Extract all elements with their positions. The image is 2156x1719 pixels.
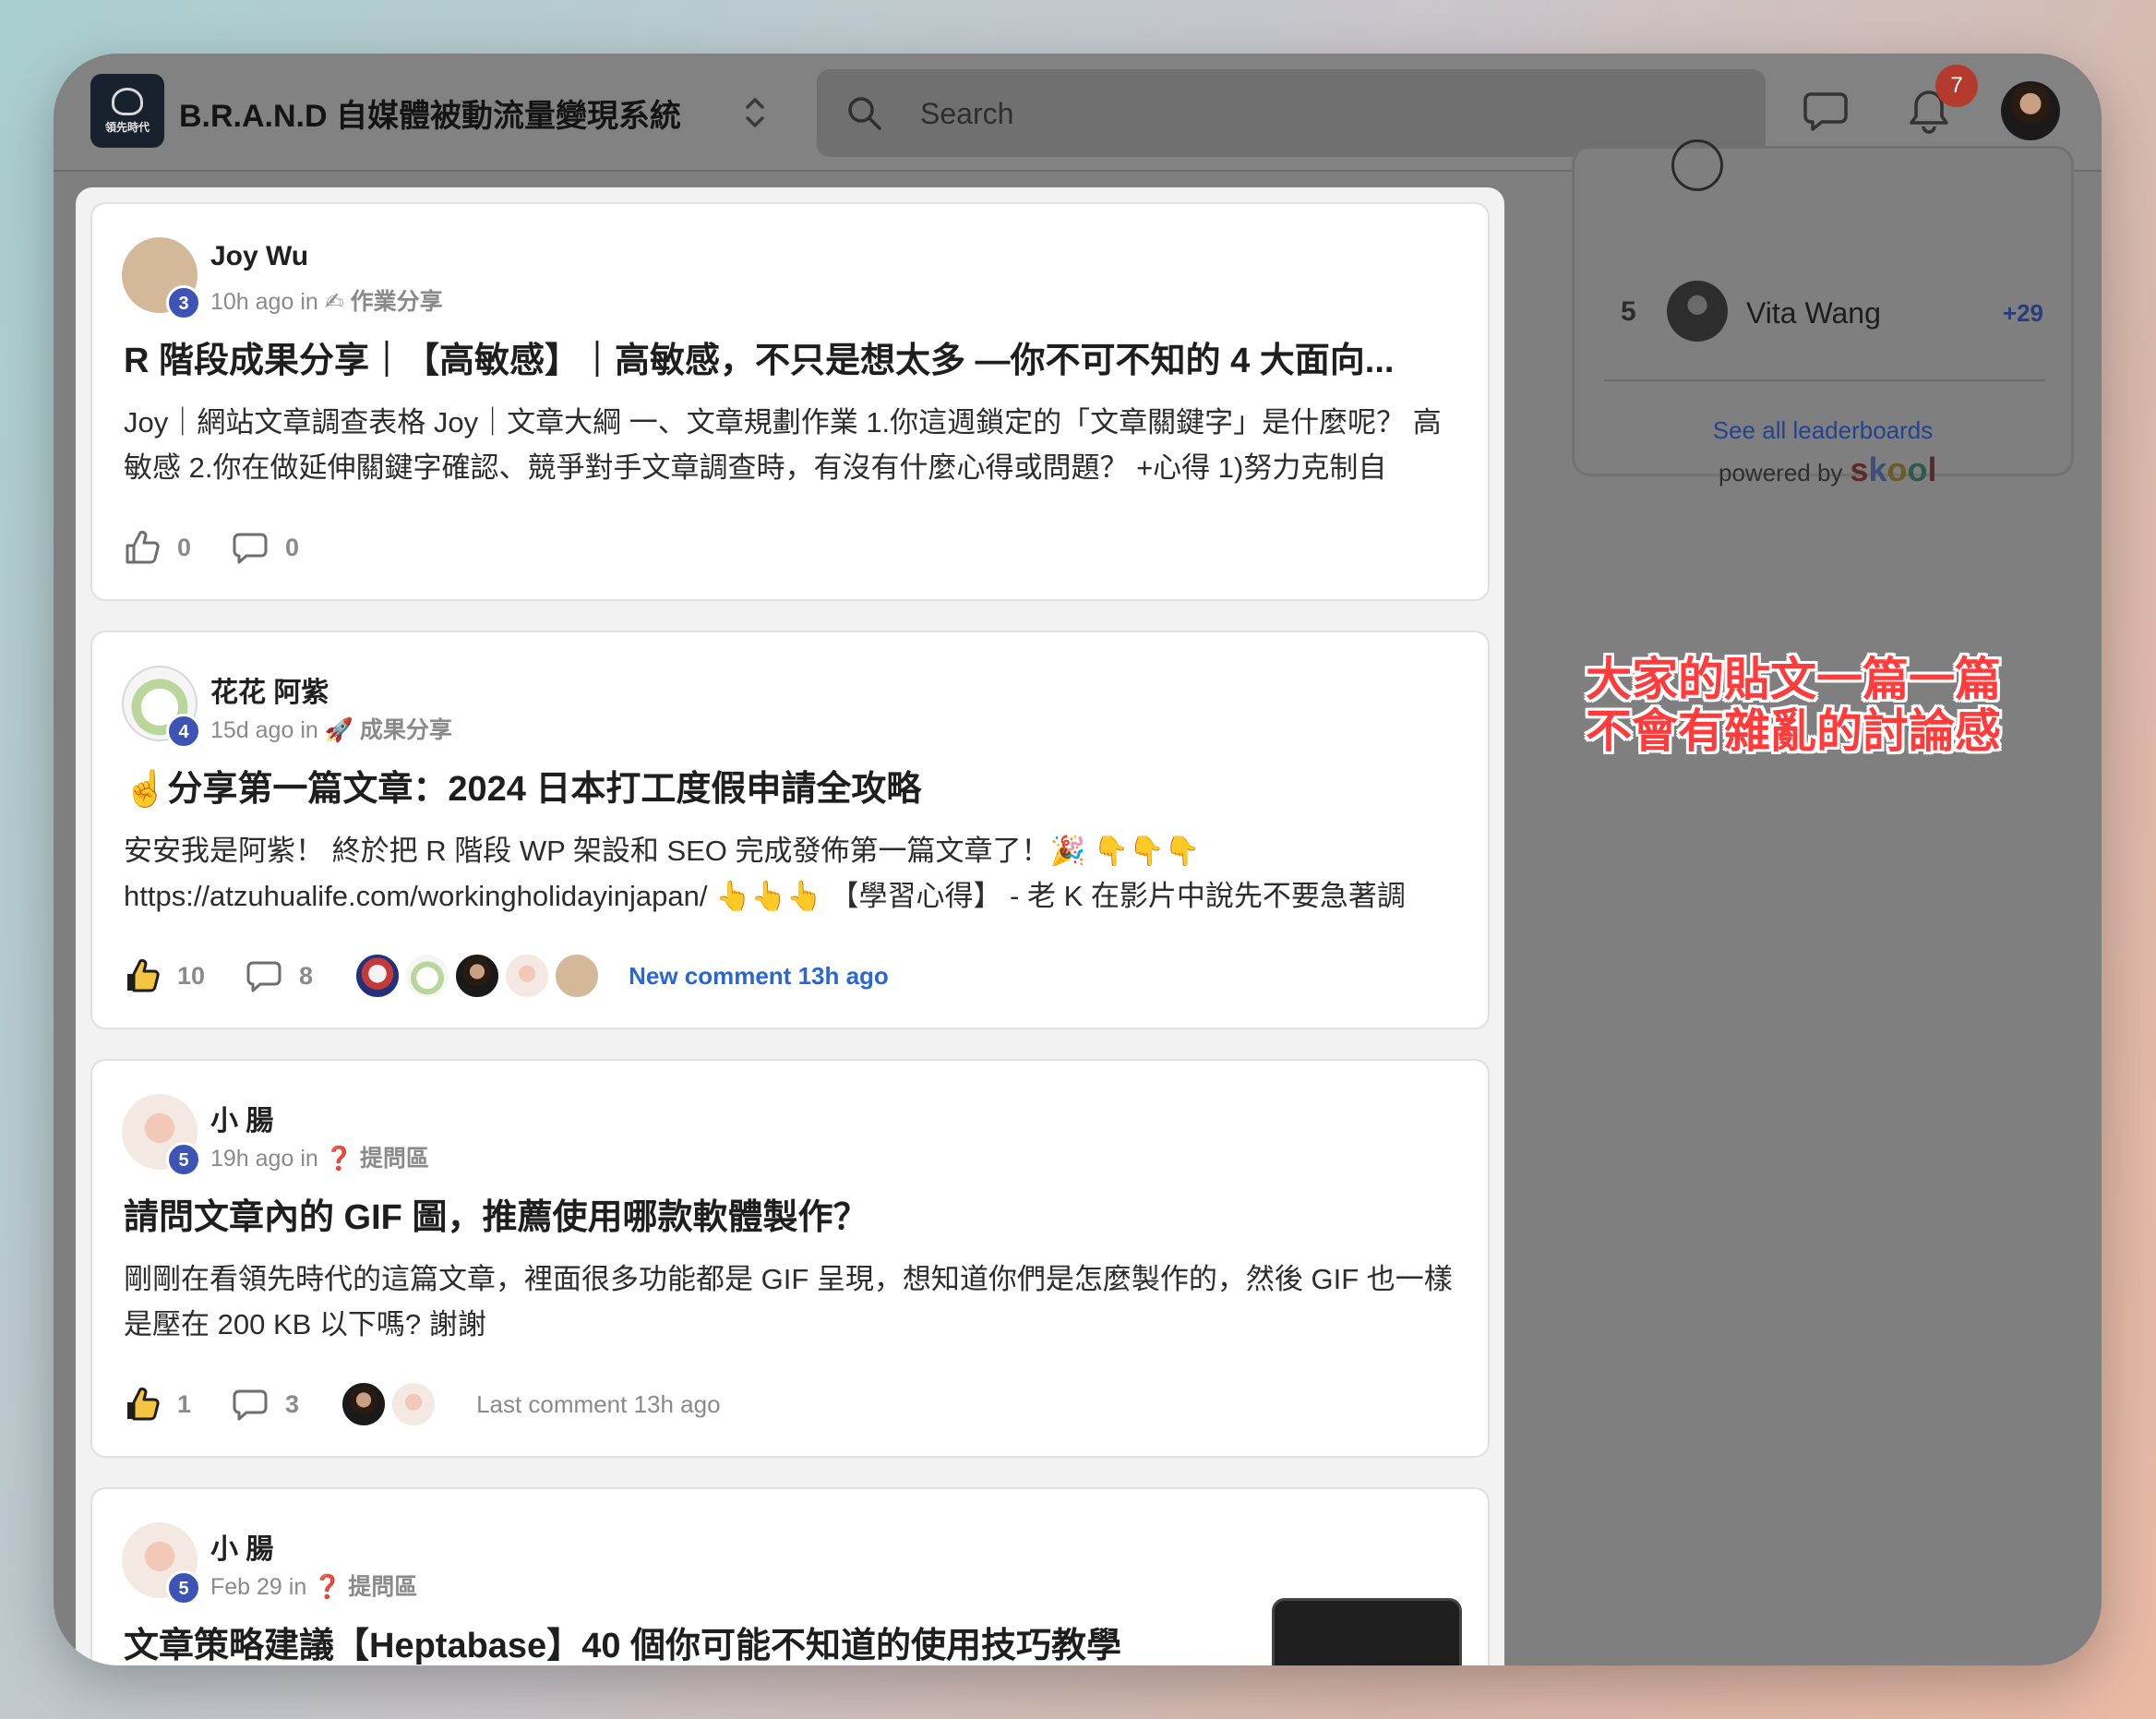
post-meta: 15d ago in 🚀 成果分享 bbox=[210, 712, 452, 745]
post-title[interactable]: R 階段成果分享｜【高敏感】｜高敏感，不只是想太多 —你不可不知的 4 大面向.… bbox=[124, 331, 1434, 382]
comment-icon[interactable] bbox=[232, 529, 269, 566]
annotation-line-2: 不會有雜亂的討論感 bbox=[1586, 705, 2001, 757]
search-icon bbox=[848, 97, 881, 130]
divider bbox=[1604, 379, 2045, 381]
commenter-avatar[interactable] bbox=[389, 1380, 438, 1428]
comment-count: 3 bbox=[285, 1389, 300, 1418]
post-category[interactable]: 作業分享 bbox=[351, 289, 443, 315]
post-category[interactable]: 提問區 bbox=[348, 1574, 417, 1600]
level-badge: 5 bbox=[166, 1142, 201, 1177]
skool-logo: skool bbox=[1850, 451, 1937, 488]
post-time: 15d ago in bbox=[210, 717, 318, 743]
leaderboard-rank: 5 bbox=[1621, 296, 1636, 327]
category-icon: ✍ bbox=[324, 289, 344, 315]
commenter-avatar[interactable] bbox=[503, 952, 552, 1000]
post-stats: 10 8 New comment 13h ago bbox=[124, 952, 889, 1000]
post-card[interactable]: 5 小 腸 19h ago in ❓ 提問區 請問文章內的 GIF 圖，推薦使用… bbox=[90, 1059, 1490, 1458]
search-bar[interactable]: Search bbox=[817, 69, 1766, 157]
new-comment-link[interactable]: New comment 13h ago bbox=[629, 962, 889, 991]
like-count: 0 bbox=[177, 533, 192, 561]
logo-face-icon bbox=[112, 87, 143, 115]
post-stats: 1 3 Last comment 13h ago bbox=[124, 1380, 721, 1428]
community-title[interactable]: B.R.A.N.D 自媒體被動流量變現系統 bbox=[179, 90, 681, 136]
leaderboard-points: +29 bbox=[2002, 299, 2043, 327]
comment-count: 0 bbox=[285, 533, 300, 561]
commenter-avatar[interactable] bbox=[453, 952, 502, 1000]
chat-icon[interactable] bbox=[1802, 87, 1850, 135]
post-body[interactable]: Joy｜網站文章調查表格 Joy｜文章大綱 一、文章規劃作業 1.你這週鎖定的「… bbox=[124, 400, 1453, 490]
notification-count-badge[interactable]: 7 bbox=[1935, 65, 1978, 107]
level-badge: 4 bbox=[166, 714, 201, 749]
leaderboard-card: 5 Vita Wang +29 See all leaderboards bbox=[1572, 139, 2074, 476]
post-time: 19h ago in bbox=[210, 1146, 318, 1172]
search-input[interactable]: Search bbox=[920, 97, 1013, 131]
commenter-avatar[interactable] bbox=[340, 1380, 389, 1428]
see-all-leaderboards-link[interactable]: See all leaderboards bbox=[1575, 416, 2071, 445]
post-title[interactable]: 文章策略建議【Heptabase】40 個你可能不知道的使用技巧教學 bbox=[124, 1617, 1250, 1665]
post-stats: 0 0 bbox=[124, 527, 340, 568]
leaderboard-avatar-partial bbox=[1671, 139, 1723, 191]
post-card[interactable]: 5 小 腸 Feb 29 in ❓ 提問區 文章策略建議【Heptabase】4… bbox=[90, 1487, 1490, 1665]
author-name[interactable]: Joy Wu bbox=[210, 241, 308, 272]
post-title[interactable]: ☝️分享第一篇文章：2024 日本打工度假申請全攻略 bbox=[124, 760, 1434, 811]
level-badge: 5 bbox=[166, 1570, 201, 1605]
powered-by[interactable]: powered by skool bbox=[1719, 451, 1937, 489]
post-meta: 19h ago in ❓ 提問區 bbox=[210, 1140, 429, 1173]
leaderboard-name[interactable]: Vita Wang bbox=[1746, 296, 1881, 331]
last-comment-text: Last comment 13h ago bbox=[476, 1389, 721, 1418]
comment-icon[interactable] bbox=[246, 957, 282, 994]
like-count: 10 bbox=[177, 961, 206, 990]
post-category[interactable]: 提問區 bbox=[360, 1146, 429, 1172]
community-logo[interactable]: 領先時代 bbox=[90, 74, 164, 148]
post-card[interactable]: 4 花花 阿紫 15d ago in 🚀 成果分享 ☝️分享第一篇文章：2024… bbox=[90, 631, 1490, 1029]
post-time: Feb 29 in bbox=[210, 1574, 307, 1600]
post-body[interactable]: 剛剛在看領先時代的這篇文章，裡面很多功能都是 GIF 呈現，想知道你們是怎麼製作… bbox=[124, 1256, 1453, 1347]
logo-text: 領先時代 bbox=[104, 120, 150, 134]
user-avatar[interactable] bbox=[2001, 81, 2060, 140]
annotation-line-1: 大家的貼文一篇一篇 bbox=[1586, 654, 2001, 705]
post-thumbnail[interactable] bbox=[1272, 1598, 1462, 1665]
like-icon-filled[interactable] bbox=[124, 1386, 161, 1423]
post-feed: 3 Joy Wu 10h ago in ✍ 作業分享 R 階段成果分享｜【高敏感… bbox=[76, 187, 1504, 1665]
category-icon: 🚀 bbox=[324, 717, 353, 743]
commenter-avatar[interactable] bbox=[553, 952, 602, 1000]
leaderboard-avatar[interactable] bbox=[1667, 281, 1728, 342]
post-category[interactable]: 成果分享 bbox=[360, 717, 452, 743]
like-icon-filled[interactable] bbox=[124, 957, 161, 994]
post-meta: 10h ago in ✍ 作業分享 bbox=[210, 283, 443, 317]
powered-by-label: powered by bbox=[1719, 459, 1843, 487]
post-meta: Feb 29 in ❓ 提問區 bbox=[210, 1569, 417, 1602]
author-name[interactable]: 花花 阿紫 bbox=[210, 669, 329, 710]
chevron-up-down-icon[interactable] bbox=[741, 92, 769, 133]
category-icon: ❓ bbox=[313, 1574, 342, 1600]
level-badge: 3 bbox=[166, 285, 201, 320]
comment-count: 8 bbox=[299, 961, 314, 990]
like-count: 1 bbox=[177, 1389, 192, 1418]
annotation-callout: 大家的貼文一篇一篇 不會有雜亂的討論感 bbox=[1586, 654, 2029, 757]
post-body[interactable]: 安安我是阿紫！ 終於把 R 階段 WP 架設和 SEO 完成發佈第一篇文章了！🎉… bbox=[124, 828, 1453, 919]
app-window: 領先時代 B.R.A.N.D 自媒體被動流量變現系統 Search 7 5 Vi… bbox=[54, 54, 2102, 1665]
commenter-avatar[interactable] bbox=[403, 952, 452, 1000]
author-name[interactable]: 小 腸 bbox=[210, 1098, 273, 1138]
author-name[interactable]: 小 腸 bbox=[210, 1526, 273, 1567]
post-title[interactable]: 請問文章內的 GIF 圖，推薦使用哪款軟體製作？ bbox=[124, 1188, 1434, 1239]
like-icon[interactable] bbox=[124, 529, 161, 566]
post-time: 10h ago in bbox=[210, 289, 318, 315]
post-card[interactable]: 3 Joy Wu 10h ago in ✍ 作業分享 R 階段成果分享｜【高敏感… bbox=[90, 202, 1490, 601]
comment-icon[interactable] bbox=[232, 1386, 269, 1423]
commenter-avatar[interactable] bbox=[353, 952, 402, 1000]
category-icon: ❓ bbox=[324, 1146, 353, 1172]
